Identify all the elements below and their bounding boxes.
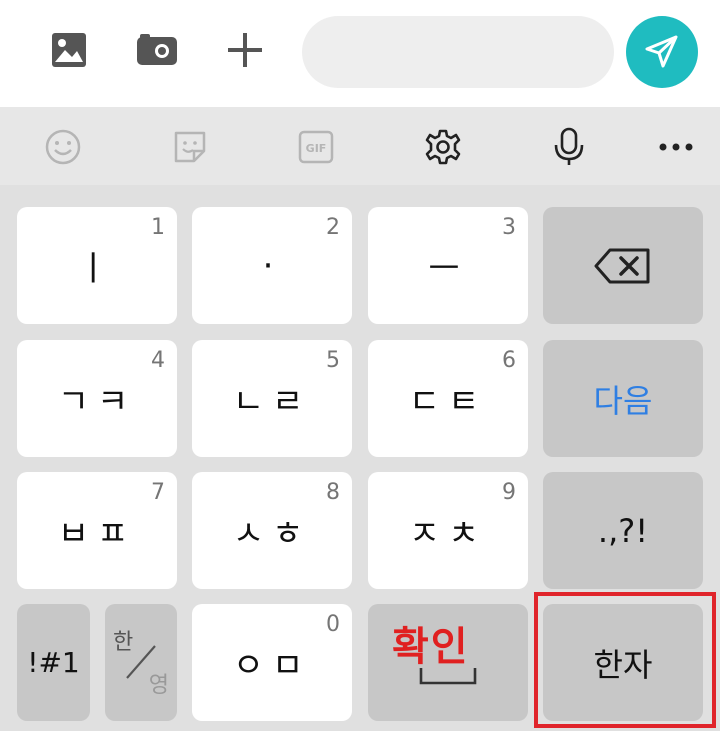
key-label: ㅅㅎ <box>232 514 312 554</box>
more-icon[interactable] <box>654 125 698 169</box>
key-label: ㅂㅍ <box>57 514 137 554</box>
hanja-key[interactable]: 한자 <box>543 604 703 721</box>
key-1[interactable]: 1 ㅣ <box>17 207 177 324</box>
key-label: · <box>262 245 282 286</box>
gif-label: GIF <box>306 142 327 155</box>
gif-icon[interactable]: GIF <box>294 125 338 169</box>
punctuation-label: .,?! <box>597 511 649 550</box>
symbols-key[interactable]: !#1 <box>17 604 90 721</box>
key-label: ㄱㅋ <box>57 382 137 422</box>
key-7[interactable]: 7 ㅂㅍ <box>17 472 177 589</box>
microphone-icon[interactable] <box>547 125 591 169</box>
settings-icon[interactable] <box>421 125 465 169</box>
key-8[interactable]: 8 ㅅㅎ <box>192 472 352 589</box>
image-icon[interactable] <box>37 18 101 82</box>
language-toggle-key[interactable]: 한 영 <box>105 604 177 721</box>
plus-icon[interactable] <box>213 18 277 82</box>
key-6[interactable]: 6 ㄷㅌ <box>368 340 528 457</box>
key-0[interactable]: 0 ㅇㅁ <box>192 604 352 721</box>
punctuation-key[interactable]: .,?! <box>543 472 703 589</box>
key-label: ㅇㅁ <box>232 646 312 686</box>
camera-icon[interactable] <box>125 18 189 82</box>
symbols-label: !#1 <box>27 646 80 679</box>
backspace-key[interactable] <box>543 207 703 324</box>
key-label: ㄴㄹ <box>232 382 312 422</box>
key-label: ㅈㅊ <box>408 514 488 554</box>
key-label: ㅣ <box>77 249 117 289</box>
key-4[interactable]: 4 ㄱㅋ <box>17 340 177 457</box>
keyboard-toolbar: GIF <box>0 107 720 185</box>
key-2[interactable]: 2 · <box>192 207 352 324</box>
key-9[interactable]: 9 ㅈㅊ <box>368 472 528 589</box>
hanja-label: 한자 <box>593 645 653 684</box>
next-key[interactable]: 다음 <box>543 340 703 457</box>
message-input[interactable] <box>302 16 614 88</box>
key-label: ㅡ <box>428 249 468 289</box>
sticker-icon[interactable] <box>168 125 212 169</box>
next-label: 다음 <box>593 381 653 420</box>
emoji-icon[interactable] <box>41 125 85 169</box>
language-english-label: 영 <box>148 673 169 698</box>
backspace-icon <box>543 207 703 324</box>
send-icon <box>645 35 678 68</box>
send-button[interactable] <box>626 16 698 88</box>
compose-bar <box>0 0 720 107</box>
key-5[interactable]: 5 ㄴㄹ <box>192 340 352 457</box>
key-3[interactable]: 3 ㅡ <box>368 207 528 324</box>
confirm-annotation: 확인 <box>392 624 470 670</box>
key-label: ㄷㅌ <box>408 382 488 422</box>
